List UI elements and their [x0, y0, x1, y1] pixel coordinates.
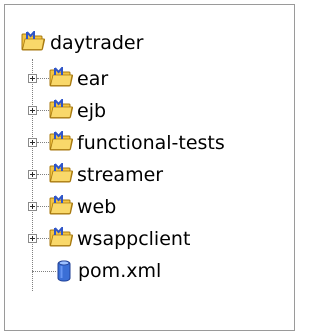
tree-connector-line [37, 142, 49, 143]
maven-project-icon [49, 67, 73, 87]
tree-connector-line [37, 206, 49, 207]
tree-item-label: ejb [77, 99, 107, 122]
tree-item-functional-tests[interactable]: functional-tests [49, 127, 225, 159]
tree-connector-line [37, 110, 49, 111]
tree-item-label: daytrader [50, 31, 144, 54]
tree-item-daytrader[interactable]: daytrader [21, 27, 143, 59]
maven-project-icon [49, 99, 73, 119]
expand-toggle-web[interactable] [28, 202, 37, 211]
expand-toggle-ear[interactable] [28, 74, 37, 83]
xml-file-icon [56, 259, 72, 283]
tree-item-pom-xml[interactable]: pom.xml [56, 255, 161, 287]
tree-item-web[interactable]: web [49, 191, 116, 223]
tree-item-wsappclient[interactable]: wsappclient [49, 223, 190, 255]
tree-item-label: ear [77, 67, 109, 90]
maven-project-icon [21, 31, 45, 51]
tree-item-label: streamer [77, 163, 164, 186]
expand-toggle-wsappclient[interactable] [28, 234, 37, 243]
expand-toggle-ejb[interactable] [28, 106, 37, 115]
expand-toggle-streamer[interactable] [28, 170, 37, 179]
tree-connector-line [37, 78, 49, 79]
tree-item-label: web [77, 195, 117, 218]
tree-item-streamer[interactable]: streamer [49, 159, 163, 191]
tree-connector-line [37, 174, 49, 175]
maven-project-icon [49, 163, 73, 183]
maven-project-icon [49, 227, 73, 247]
tree-item-label: wsappclient [77, 227, 191, 250]
project-explorer-tree: daytrader ear ejb functional-tests strea… [4, 4, 295, 331]
maven-project-icon [49, 131, 73, 151]
maven-project-icon [49, 195, 73, 215]
tree-connector-line [32, 271, 56, 272]
tree-item-label: pom.xml [78, 259, 162, 282]
tree-connector-line [37, 238, 49, 239]
expand-toggle-functional-tests[interactable] [28, 138, 37, 147]
tree-item-ear[interactable]: ear [49, 63, 108, 95]
tree-item-ejb[interactable]: ejb [49, 95, 106, 127]
tree-item-label: functional-tests [77, 131, 225, 154]
